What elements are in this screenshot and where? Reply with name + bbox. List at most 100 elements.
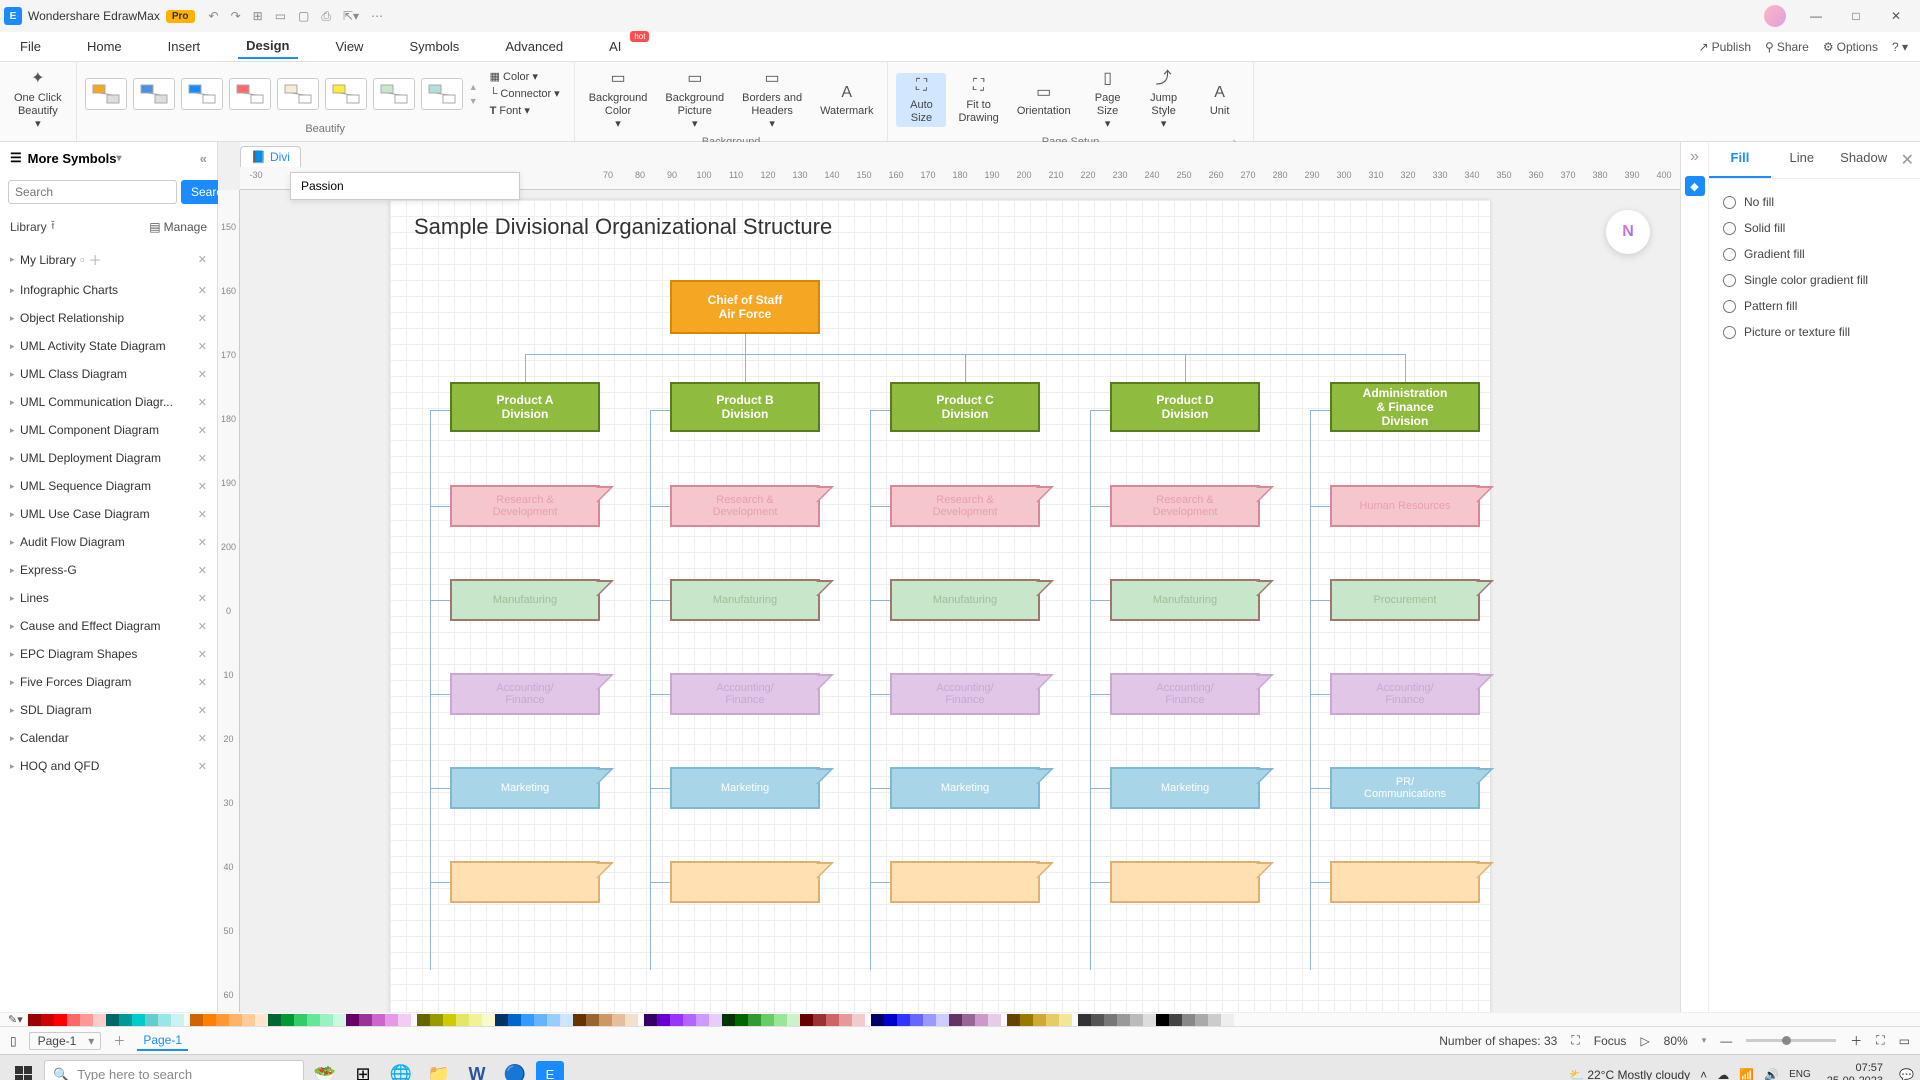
color-swatch[interactable] [1078,1014,1091,1026]
color-swatch[interactable] [644,1014,657,1026]
sidebar-item[interactable]: ▸UML Activity State Diagram✕ [0,332,217,360]
redo-icon[interactable]: ↷ [231,9,241,24]
fill-option[interactable]: Gradient fill [1723,241,1906,267]
org-dept-box[interactable]: Manufaturing [670,579,820,621]
color-swatch[interactable] [54,1014,67,1026]
theme-color-button[interactable]: ▦ Color ▾ [490,70,560,83]
org-dept-box[interactable] [890,861,1040,903]
color-swatch[interactable] [1007,1014,1020,1026]
color-swatch[interactable] [1169,1014,1182,1026]
org-dept-box[interactable]: Procurement [1330,579,1480,621]
color-swatch[interactable] [923,1014,936,1026]
remove-library-icon[interactable]: ✕ [198,424,207,437]
color-swatch[interactable] [839,1014,852,1026]
color-swatch[interactable] [190,1014,203,1026]
color-swatch[interactable] [1091,1014,1104,1026]
org-dept-box[interactable]: Accounting/ Finance [890,673,1040,715]
color-swatch[interactable] [599,1014,612,1026]
menu-symbols[interactable]: Symbols [401,35,467,58]
color-swatch[interactable] [229,1014,242,1026]
page-nav-icon[interactable]: ▯ [10,1034,17,1048]
jump-style-button[interactable]: ⤴Jump Style ▾ [1139,66,1189,134]
rpanel-expand-icon[interactable]: » [1690,148,1699,166]
page-selector[interactable]: Page-1 [29,1032,102,1050]
sidebar-item[interactable]: ▸Object Relationship✕ [0,304,217,332]
color-swatch[interactable] [255,1014,268,1026]
color-swatch[interactable] [897,1014,910,1026]
remove-library-icon[interactable]: ✕ [198,312,207,325]
symbol-search-input[interactable] [8,180,177,204]
color-swatch[interactable] [735,1014,748,1026]
theme-thumb-7[interactable] [373,78,415,110]
fill-option[interactable]: No fill [1723,189,1906,215]
color-swatch[interactable] [119,1014,132,1026]
present-icon[interactable]: ▷ [1640,1034,1649,1048]
color-swatch[interactable] [521,1014,534,1026]
remove-library-icon[interactable]: ✕ [198,284,207,297]
color-swatch[interactable] [787,1014,800,1026]
color-swatch[interactable] [93,1014,106,1026]
remove-library-icon[interactable]: ✕ [198,620,207,633]
org-division-box[interactable]: Product A Division [450,382,600,432]
maximize-button[interactable]: □ [1836,9,1876,23]
fill-tool-icon[interactable]: ◆ [1685,176,1705,196]
remove-library-icon[interactable]: ✕ [198,564,207,577]
org-dept-box[interactable]: Manufaturing [890,579,1040,621]
sidebar-item[interactable]: ▸Audit Flow Diagram✕ [0,528,217,556]
fill-option[interactable]: Solid fill [1723,215,1906,241]
sidebar-item[interactable]: ▸UML Class Diagram✕ [0,360,217,388]
org-dept-box[interactable]: Marketing [890,767,1040,809]
color-swatch[interactable] [625,1014,638,1026]
zoom-in-button[interactable]: ＋ [1850,1032,1862,1049]
remove-library-icon[interactable]: ✕ [198,340,207,353]
tray-chevron-icon[interactable]: ˄ [1700,1068,1707,1080]
color-swatch[interactable] [1059,1014,1072,1026]
chrome-icon[interactable]: 🔵 [498,1060,532,1080]
sidebar-item[interactable]: ▸Express-G✕ [0,556,217,584]
org-dept-box[interactable]: Manufaturing [1110,579,1260,621]
color-swatch[interactable] [774,1014,787,1026]
tab-line[interactable]: Line [1771,142,1833,178]
org-dept-box[interactable]: Marketing [1110,767,1260,809]
color-swatch[interactable] [171,1014,184,1026]
publish-button[interactable]: ↗ Publish [1699,40,1751,54]
menu-home[interactable]: Home [79,35,130,58]
eyedropper-icon[interactable]: ✎▾ [8,1013,24,1026]
fit-page-icon[interactable]: ⛶ [1876,1033,1884,1048]
sidebar-item[interactable]: ▸My Library▫＋✕ [0,243,217,276]
sidebar-item[interactable]: ▸Calendar✕ [0,724,217,752]
color-swatch[interactable] [372,1014,385,1026]
notifications-icon[interactable]: 💬 [1899,1068,1914,1080]
zoom-out-button[interactable]: — [1720,1034,1732,1048]
theme-scroll-up[interactable]: ▲ [469,82,478,92]
fill-option[interactable]: Pattern fill [1723,293,1906,319]
page-size-button[interactable]: ▯Page Size ▾ [1083,66,1133,134]
fit-width-icon[interactable]: ▭ [1899,1034,1910,1048]
library-label[interactable]: Library [10,220,47,234]
remove-library-icon[interactable]: ✕ [198,368,207,381]
sidebar-item[interactable]: ▸UML Deployment Diagram✕ [0,444,217,472]
color-swatch[interactable] [696,1014,709,1026]
color-swatch[interactable] [826,1014,839,1026]
theme-thumb-5[interactable] [277,78,319,110]
color-swatch[interactable] [1182,1014,1195,1026]
sidebar-item[interactable]: ▸EPC Diagram Shapes✕ [0,640,217,668]
remove-library-icon[interactable]: ✕ [198,253,207,266]
manage-library-button[interactable]: ▤ Manage [149,220,207,234]
wifi-icon[interactable]: 📶 [1739,1068,1754,1080]
word-icon[interactable]: W [460,1060,494,1080]
theme-thumb-2[interactable] [133,78,175,110]
theme-thumb-4[interactable] [229,78,271,110]
org-chief-box[interactable]: Chief of Staff Air Force [670,280,820,334]
color-swatch[interactable] [28,1014,41,1026]
color-swatch[interactable] [910,1014,923,1026]
taskbar-food-icon[interactable]: 🥗 [308,1060,342,1080]
add-page-button[interactable]: ＋ [113,1032,125,1049]
explorer-icon[interactable]: 📁 [422,1060,456,1080]
color-swatch[interactable] [586,1014,599,1026]
menu-design[interactable]: Design [238,34,297,59]
color-swatch[interactable] [1221,1014,1234,1026]
bg-color-button[interactable]: ▭Background Color ▾ [583,66,654,134]
remove-library-icon[interactable]: ✕ [198,676,207,689]
sidebar-collapse-icon[interactable]: « [200,151,207,166]
